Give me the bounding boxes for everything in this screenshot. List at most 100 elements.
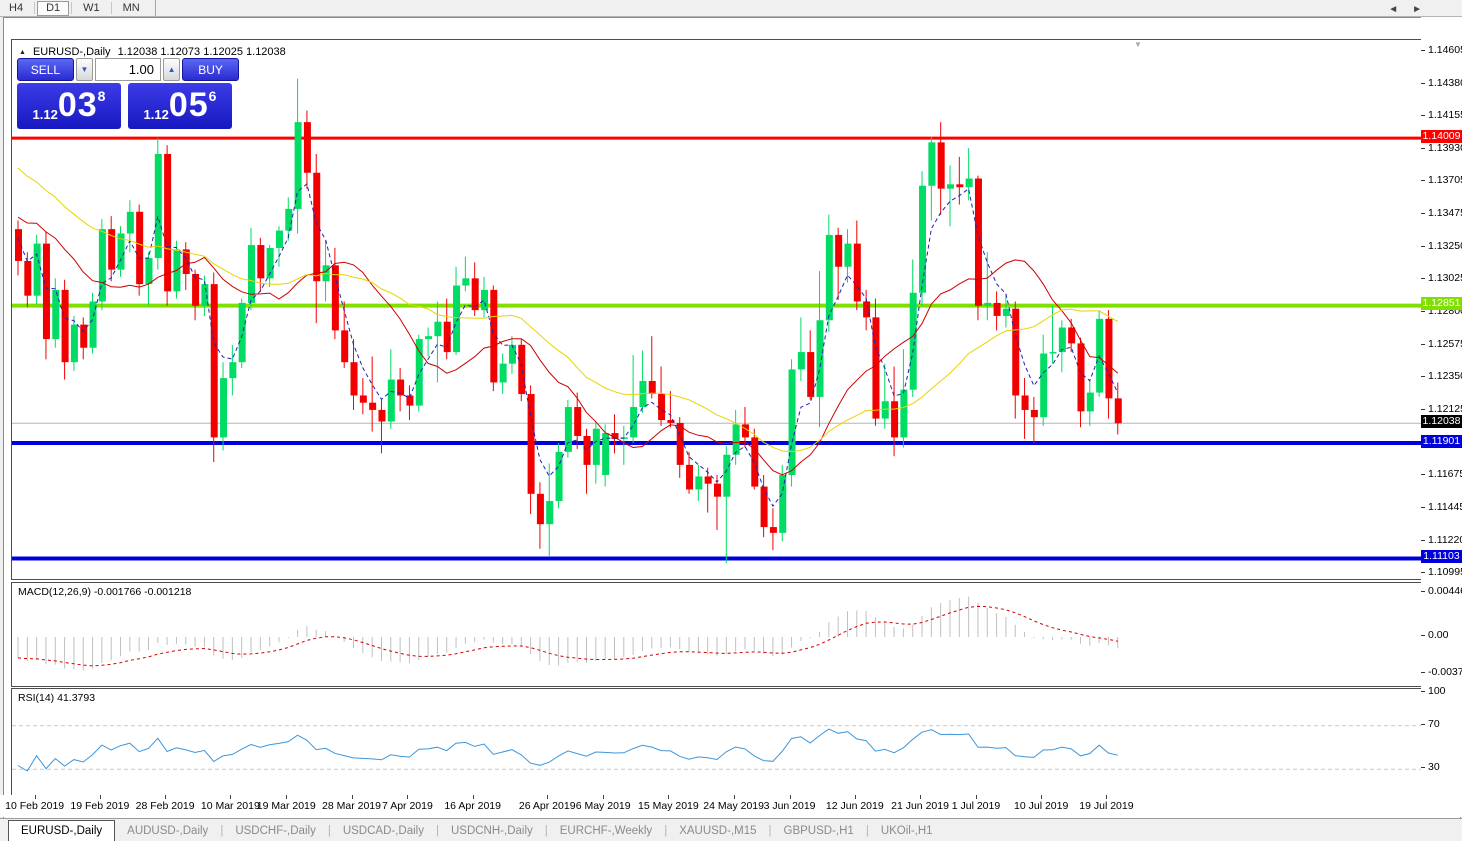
price-axis-tick [1421, 115, 1425, 117]
level-price-badge: 1.12851 [1421, 297, 1462, 311]
chart-title: ▲ EURUSD-,Daily 1.12038 1.12073 1.12025 … [19, 46, 286, 58]
macd-axis-label: 0.00 [1428, 629, 1449, 641]
date-axis-tick [789, 795, 791, 799]
price-axis-tick [1421, 213, 1425, 215]
rsi-axis-tick [1421, 723, 1425, 725]
chart-symbol-label: EURUSD-,Daily [32, 46, 111, 58]
date-axis-tick [34, 795, 36, 799]
date-label: 16 Apr 2019 [444, 800, 501, 812]
sell-price-display[interactable]: 1.12 03 8 [17, 83, 121, 129]
timeframe-button-mn[interactable]: MN [114, 1, 149, 16]
rsi-axis-label: 100 [1428, 685, 1446, 697]
price-axis-tick [1421, 180, 1425, 182]
price-axis-tick [1421, 408, 1425, 410]
chart-tab-audusd[interactable]: AUDUSD-,Daily [115, 820, 220, 841]
volume-input[interactable] [95, 58, 161, 81]
level-price-badge: 1.14009 [1421, 129, 1462, 143]
macd-axis-tick [1421, 591, 1425, 592]
buy-button[interactable]: BUY [182, 58, 239, 81]
chart-ohlc-values: 1.12038 1.12073 1.12025 1.12038 [117, 46, 286, 58]
chart-window: ▲ EURUSD-,Daily 1.12038 1.12073 1.12025 … [3, 17, 1461, 819]
mt4-terminal-window: H4 D1 W1 MN ▲ EURUSD-,Daily 1.12038 1.12073… [0, 0, 1462, 841]
tab-scroll-right-icon[interactable]: ► [1412, 4, 1436, 15]
chart-tab-usdcnh[interactable]: USDCNH-,Daily [439, 820, 545, 841]
date-label: 19 Jul 2019 [1079, 800, 1134, 812]
rsi-label: RSI(14) 41.3793 [18, 692, 96, 704]
rsi-axis-tick [1421, 691, 1425, 692]
one-click-trading-panel: SELL ▼ ▲ BUY 1.12038 1.12056 [17, 58, 239, 129]
date-axis-tick [920, 795, 922, 799]
macd-signal-line [17, 605, 1118, 667]
price-tick-label: 1.12350 [1428, 370, 1462, 383]
date-axis-tick [99, 795, 101, 799]
price-axis-tick [1421, 311, 1425, 313]
volume-increase-button[interactable]: ▲ [163, 58, 181, 81]
date-axis-tick [165, 795, 167, 799]
tab-scroll-arrows[interactable]: ◄► [1388, 4, 1436, 15]
rsi-line [17, 728, 1118, 772]
volume-decrease-button[interactable]: ▼ [75, 58, 93, 81]
price-tick-label: 1.13475 [1428, 207, 1462, 220]
timeframe-button-d1[interactable]: D1 [37, 0, 70, 16]
chart-tab-ukoil[interactable]: UKOil-,H1 [869, 820, 945, 841]
date-axis-tick [854, 795, 856, 799]
date-axis-tick [407, 795, 409, 799]
level-price-badge: 1.11901 [1421, 434, 1462, 448]
price-tick-label: 1.11445 [1428, 500, 1462, 513]
date-axis-tick [1106, 795, 1108, 799]
price-chart-pane[interactable]: ▲ EURUSD-,Daily 1.12038 1.12073 1.12025 … [11, 39, 1425, 580]
toolbar-separator [71, 2, 73, 14]
chart-tab-usdcad[interactable]: USDCAD-,Daily [331, 820, 436, 841]
chart-tab-eurusd[interactable]: EURUSD-,Daily [8, 819, 116, 841]
price-tick-label: 1.13025 [1428, 272, 1462, 285]
macd-svg [17, 596, 1119, 671]
chart-tab-usdchf[interactable]: USDCHF-,Daily [223, 820, 328, 841]
date-axis-tick [547, 795, 549, 799]
macd-axis-label: -0.003715 [1428, 665, 1462, 678]
timeframe-button-h4[interactable]: H4 [0, 1, 32, 16]
current-price-badge: 1.12038 [1421, 414, 1462, 428]
price-tick-label: 1.11220 [1428, 533, 1462, 546]
date-axis-tick [668, 795, 670, 799]
price-axis-tick [1421, 82, 1425, 84]
chart-tab-eurchf[interactable]: EURCHF-,Weekly [548, 820, 664, 841]
toolbar-separator [110, 2, 112, 14]
date-axis-tick [351, 795, 353, 799]
price-tick-label: 1.13705 [1428, 174, 1462, 187]
price-axis-tick [1421, 506, 1425, 508]
price-tick-label: 1.12125 [1428, 402, 1462, 415]
collapse-triangle-icon[interactable]: ▲ [19, 49, 26, 56]
chart-tab-xauusd[interactable]: XAUUSD-,M15 [667, 820, 768, 841]
chart-shift-marker-icon[interactable]: ▼ [1134, 40, 1142, 49]
macd-indicator-pane[interactable]: MACD(12,26,9) -0.001766 -0.001218 [11, 582, 1425, 687]
price-tick-label: 1.11675 [1428, 467, 1462, 480]
macd-label: MACD(12,26,9) -0.001766 -0.001218 [18, 586, 192, 598]
date-axis-tick [472, 795, 474, 799]
price-axis-tick [1421, 278, 1425, 280]
toolbar-separator [34, 2, 36, 14]
sell-button[interactable]: SELL [17, 58, 74, 81]
candlesticks [15, 78, 1122, 564]
price-axis-tick [1421, 376, 1425, 378]
price-tick-label: 1.12575 [1428, 337, 1462, 350]
buy-price-big: 05 [168, 86, 209, 124]
date-axis-tick [286, 795, 288, 799]
buy-price-display[interactable]: 1.12 05 6 [128, 83, 232, 129]
price-axis-tick [1421, 539, 1425, 541]
fast-ma-line [17, 183, 1119, 508]
tab-scroll-left-icon[interactable]: ◄ [1388, 4, 1412, 15]
sell-price-sup: 8 [97, 88, 106, 104]
timeframe-button-w1[interactable]: W1 [74, 1, 109, 16]
price-tick-label: 1.14155 [1428, 109, 1462, 122]
sell-price-big: 03 [57, 86, 98, 124]
price-axis-tick [1421, 147, 1425, 149]
buy-price-base: 1.12 [143, 107, 169, 122]
chart-tab-gbpusd[interactable]: GBPUSD-,H1 [772, 820, 866, 841]
price-axis: 1.14605 1.14380 1.14155 1.13930 1.13705 1.134… [1421, 17, 1462, 806]
price-tick-label: 1.14380 [1428, 76, 1462, 89]
macd-axis-label: 0.004465 [1428, 585, 1462, 597]
time-axis: 10 Feb 2019 19 Feb 2019 28 Feb 2019 10 Mar … [0, 795, 1462, 817]
chart-tab-bar: EURUSD-,Daily AUDUSD-,Daily | USDCHF-,Daily… [0, 818, 1462, 841]
date-axis-tick [230, 795, 232, 799]
rsi-axis-label: 30 [1428, 761, 1440, 774]
